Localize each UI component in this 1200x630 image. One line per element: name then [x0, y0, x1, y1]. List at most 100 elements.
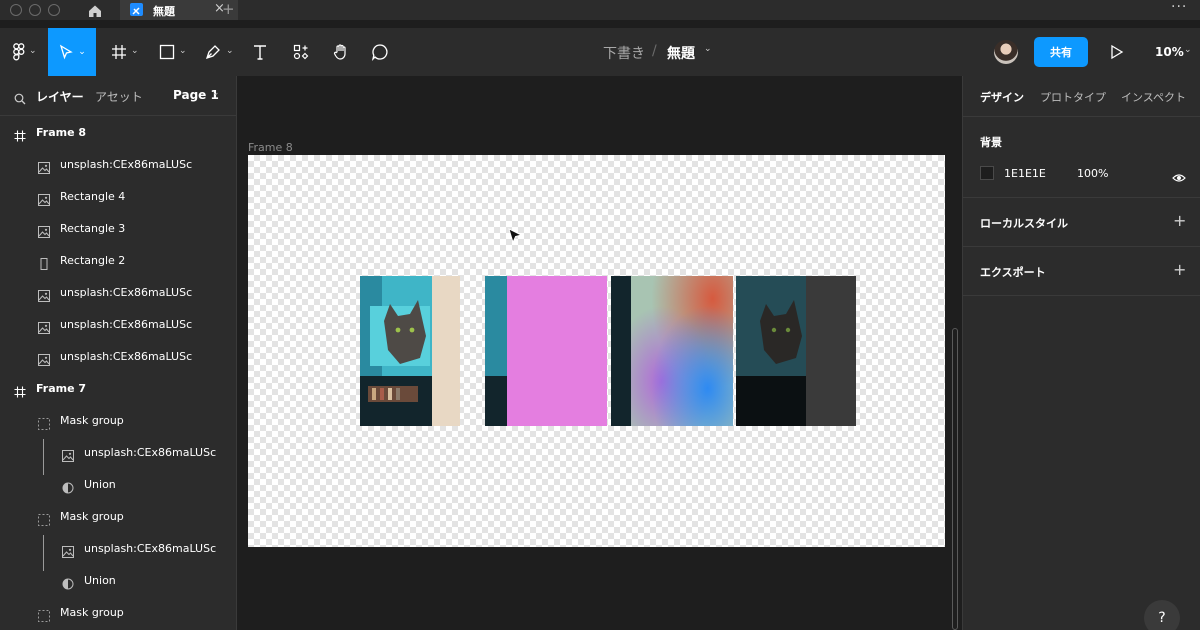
mouse-cursor-icon: [508, 228, 523, 248]
frame-tool-icon[interactable]: [108, 28, 130, 76]
chevron-down-icon[interactable]: ⌄: [212, 88, 220, 98]
figma-menu-icon[interactable]: [8, 28, 30, 76]
layer-row[interactable]: Union: [0, 469, 237, 501]
window-minimize-dot[interactable]: [29, 4, 41, 16]
frame-label[interactable]: Frame 8: [248, 141, 293, 154]
avatar[interactable]: [994, 40, 1018, 64]
add-export-icon[interactable]: +: [1173, 260, 1186, 279]
cat-photo-crop[interactable]: [360, 276, 460, 426]
layer-row[interactable]: unsplash:CEx86maLUSc: [0, 437, 237, 469]
image-icon: [38, 223, 50, 242]
comment-icon[interactable]: [369, 28, 391, 76]
layers-panel: レイヤー アセット Page 1 ⌄ Frame 8 unsplash:CEx86…: [0, 76, 237, 630]
file-title[interactable]: 無題: [667, 43, 695, 63]
layer-row[interactable]: unsplash:CEx86maLUSc: [0, 277, 237, 309]
chevron-down-icon[interactable]: ⌄: [29, 46, 37, 56]
layer-label: Mask group: [60, 510, 124, 523]
layer-row[interactable]: Mask group: [0, 405, 237, 437]
share-button[interactable]: 共有: [1034, 37, 1088, 67]
pink-rectangle[interactable]: [485, 276, 607, 426]
tab-title: 無題: [153, 5, 175, 18]
background-section-title: 背景: [980, 136, 1002, 149]
layer-label: Union: [84, 574, 116, 587]
image-icon: [38, 159, 50, 178]
layer-label: Frame 8: [36, 126, 87, 139]
layer-row[interactable]: Rectangle 3: [0, 213, 237, 245]
divider: [963, 116, 1200, 117]
local-styles-title: ローカルスタイル: [980, 217, 1068, 230]
rectangle-icon: [38, 255, 50, 274]
layer-row[interactable]: unsplash:CEx86maLUSc: [0, 341, 237, 373]
chevron-down-icon[interactable]: ⌄: [1184, 45, 1192, 55]
divider: [963, 246, 1200, 247]
layers-panel-header: レイヤー アセット Page 1 ⌄: [0, 76, 237, 116]
pen-tool-icon[interactable]: [202, 28, 224, 76]
more-icon[interactable]: ···: [1171, 0, 1187, 15]
add-tab-icon[interactable]: +: [222, 0, 235, 18]
layer-label: Union: [84, 478, 116, 491]
gradient-rectangle[interactable]: [611, 276, 733, 426]
layer-row[interactable]: Mask group: [0, 597, 237, 629]
layer-label: unsplash:CEx86maLUSc: [60, 318, 193, 331]
union-icon: [62, 575, 74, 594]
layer-row[interactable]: Frame 7: [0, 373, 237, 405]
help-button[interactable]: ?: [1144, 600, 1180, 630]
layer-row[interactable]: unsplash:CEx86maLUSc: [0, 309, 237, 341]
layer-row[interactable]: Rectangle 4: [0, 181, 237, 213]
image-icon: [38, 191, 50, 210]
zoom-level[interactable]: 10%: [1155, 45, 1184, 59]
layer-label: Frame 7: [36, 382, 87, 395]
tab-prototype[interactable]: プロトタイプ: [1040, 89, 1106, 105]
resources-icon[interactable]: [290, 28, 312, 76]
canvas-scrollbar[interactable]: [952, 328, 958, 630]
frame-icon: [14, 383, 26, 402]
mask-group-icon: [38, 607, 50, 626]
tab-assets[interactable]: アセット: [95, 88, 143, 105]
move-tool-icon[interactable]: ⌄: [48, 28, 96, 76]
image-icon: [62, 447, 74, 466]
breadcrumb-drafts[interactable]: 下書き: [603, 43, 645, 63]
background-color-swatch[interactable]: [980, 166, 994, 180]
hand-tool-icon[interactable]: [330, 28, 352, 76]
add-local-style-icon[interactable]: +: [1173, 211, 1186, 230]
search-icon[interactable]: [14, 90, 26, 109]
layer-row[interactable]: Mask group: [0, 501, 237, 533]
layer-label: Mask group: [60, 606, 124, 619]
mask-connector-line: [43, 535, 44, 571]
layer-label: Rectangle 3: [60, 222, 126, 235]
chevron-down-icon[interactable]: ⌄: [179, 46, 187, 56]
divider: [963, 197, 1200, 198]
window-close-dot[interactable]: [10, 4, 22, 16]
layer-row[interactable]: unsplash:CEx86maLUSc: [0, 533, 237, 565]
layer-row[interactable]: unsplash:CEx86maLUSc: [0, 149, 237, 181]
layer-label: unsplash:CEx86maLUSc: [60, 350, 193, 363]
mask-connector-line: [43, 439, 44, 475]
layer-label: Mask group: [60, 414, 124, 427]
image-icon: [38, 287, 50, 306]
file-icon: [130, 3, 143, 16]
home-icon[interactable]: [88, 3, 102, 17]
union-icon: [62, 479, 74, 498]
properties-panel: [962, 76, 1200, 630]
shape-tool-icon[interactable]: [156, 28, 178, 76]
tab-design[interactable]: デザイン: [980, 89, 1024, 105]
text-tool-icon[interactable]: [249, 28, 271, 76]
eye-icon[interactable]: [1172, 168, 1186, 187]
present-play-icon[interactable]: [1110, 44, 1124, 64]
layer-row[interactable]: Union: [0, 565, 237, 597]
chevron-down-icon[interactable]: ⌄: [704, 44, 712, 54]
image-icon: [38, 319, 50, 338]
window-zoom-dot[interactable]: [48, 4, 60, 16]
dark-cat-photo[interactable]: [736, 276, 856, 426]
frame-icon: [14, 127, 26, 146]
tab-inspect[interactable]: インスペクト: [1121, 89, 1186, 105]
layer-row[interactable]: Frame 8: [0, 117, 237, 149]
image-icon: [38, 351, 50, 370]
background-opacity-input[interactable]: 100%: [1077, 167, 1108, 180]
background-hex-input[interactable]: 1E1E1E: [1004, 167, 1046, 180]
layer-label: unsplash:CEx86maLUSc: [60, 286, 193, 299]
layer-row[interactable]: Rectangle 2: [0, 245, 237, 277]
chevron-down-icon[interactable]: ⌄: [131, 46, 139, 56]
chevron-down-icon[interactable]: ⌄: [226, 46, 234, 56]
tab-layers[interactable]: レイヤー: [36, 88, 84, 105]
